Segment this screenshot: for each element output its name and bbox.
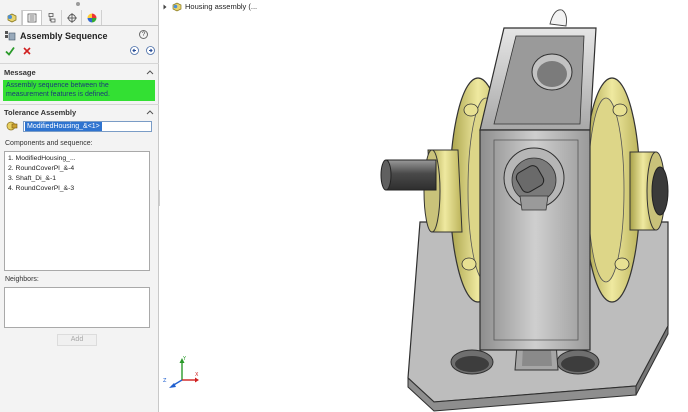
tolerance-assembly-row: ModifiedHousing_&<1> [6,120,152,132]
tolerance-assembly-icon [6,121,18,131]
triad-x-label: X [195,372,199,378]
components-label: Components and sequence: [5,140,93,147]
manager-tabbar [0,10,159,26]
dimxpert-manager-tab[interactable] [62,10,82,25]
components-sequence-list[interactable]: 1. ModifiedHousing_... 2. RoundCoverPl_&… [4,151,150,271]
panel-grip[interactable] [76,2,80,6]
collapse-chevron-icon[interactable] [146,109,154,115]
reference-triad: Y X Z [163,356,199,388]
triad-y-label: Y [182,356,187,362]
feature-tree-flyout[interactable]: Housing assembly (... [162,1,257,12]
message-header-label: Message [4,67,36,77]
collapse-chevron-icon[interactable] [146,69,154,75]
add-button[interactable]: Add [57,334,97,346]
expand-arrow-icon[interactable] [162,4,168,10]
feature-manager-tab[interactable] [2,10,22,25]
assembly-tree-icon [7,13,16,22]
message-section-header[interactable]: Message [4,67,154,77]
triad-z-label: Z [163,378,167,384]
list-item[interactable]: 3. Shaft_Di_&-1 [8,174,146,184]
configuration-icon [48,12,55,22]
neighbors-list[interactable] [4,287,150,328]
list-item[interactable]: 2. RoundCoverPl_&-4 [8,164,146,174]
configuration-manager-tab[interactable] [42,10,62,25]
crosshair-icon [66,12,77,23]
ok-check-icon[interactable] [5,46,15,56]
graphics-area[interactable]: Housing assembly (... Y X Z [160,0,688,412]
color-pie-icon [87,13,96,22]
divider [0,63,159,64]
previous-arrow-icon[interactable] [130,46,139,55]
help-icon[interactable]: ? [139,30,148,39]
list-item[interactable]: 4. RoundCoverPl_&-3 [8,184,146,194]
housing-assembly-model[interactable] [160,0,688,412]
divider [0,104,159,105]
assembly-name[interactable]: Housing assembly (... [185,2,257,11]
panel-title-row: Assembly Sequence ? [4,29,154,43]
message-box: Assembly sequence between the measuremen… [3,80,155,101]
tolerance-assembly-section-header[interactable]: Tolerance Assembly [4,107,154,117]
selected-component[interactable]: ModifiedHousing_&<1> [25,121,102,131]
next-arrow-icon[interactable] [146,46,155,55]
tolerance-assembly-selection-field[interactable]: ModifiedHousing_&<1> [23,120,152,132]
tolerance-assembly-header-label: Tolerance Assembly [4,107,77,117]
assembly-icon [172,2,182,11]
panel-title: Assembly Sequence [20,31,108,41]
cancel-x-icon[interactable] [22,46,32,56]
property-manager-panel: Assembly Sequence ? Message Assembly seq… [0,0,159,412]
assembly-sequence-icon [5,31,16,41]
list-item[interactable]: 1. ModifiedHousing_... [8,154,146,164]
display-manager-tab[interactable] [82,10,102,25]
neighbors-label: Neighbors: [5,276,39,283]
property-list-icon [27,13,37,23]
property-manager-tab[interactable] [22,10,42,25]
